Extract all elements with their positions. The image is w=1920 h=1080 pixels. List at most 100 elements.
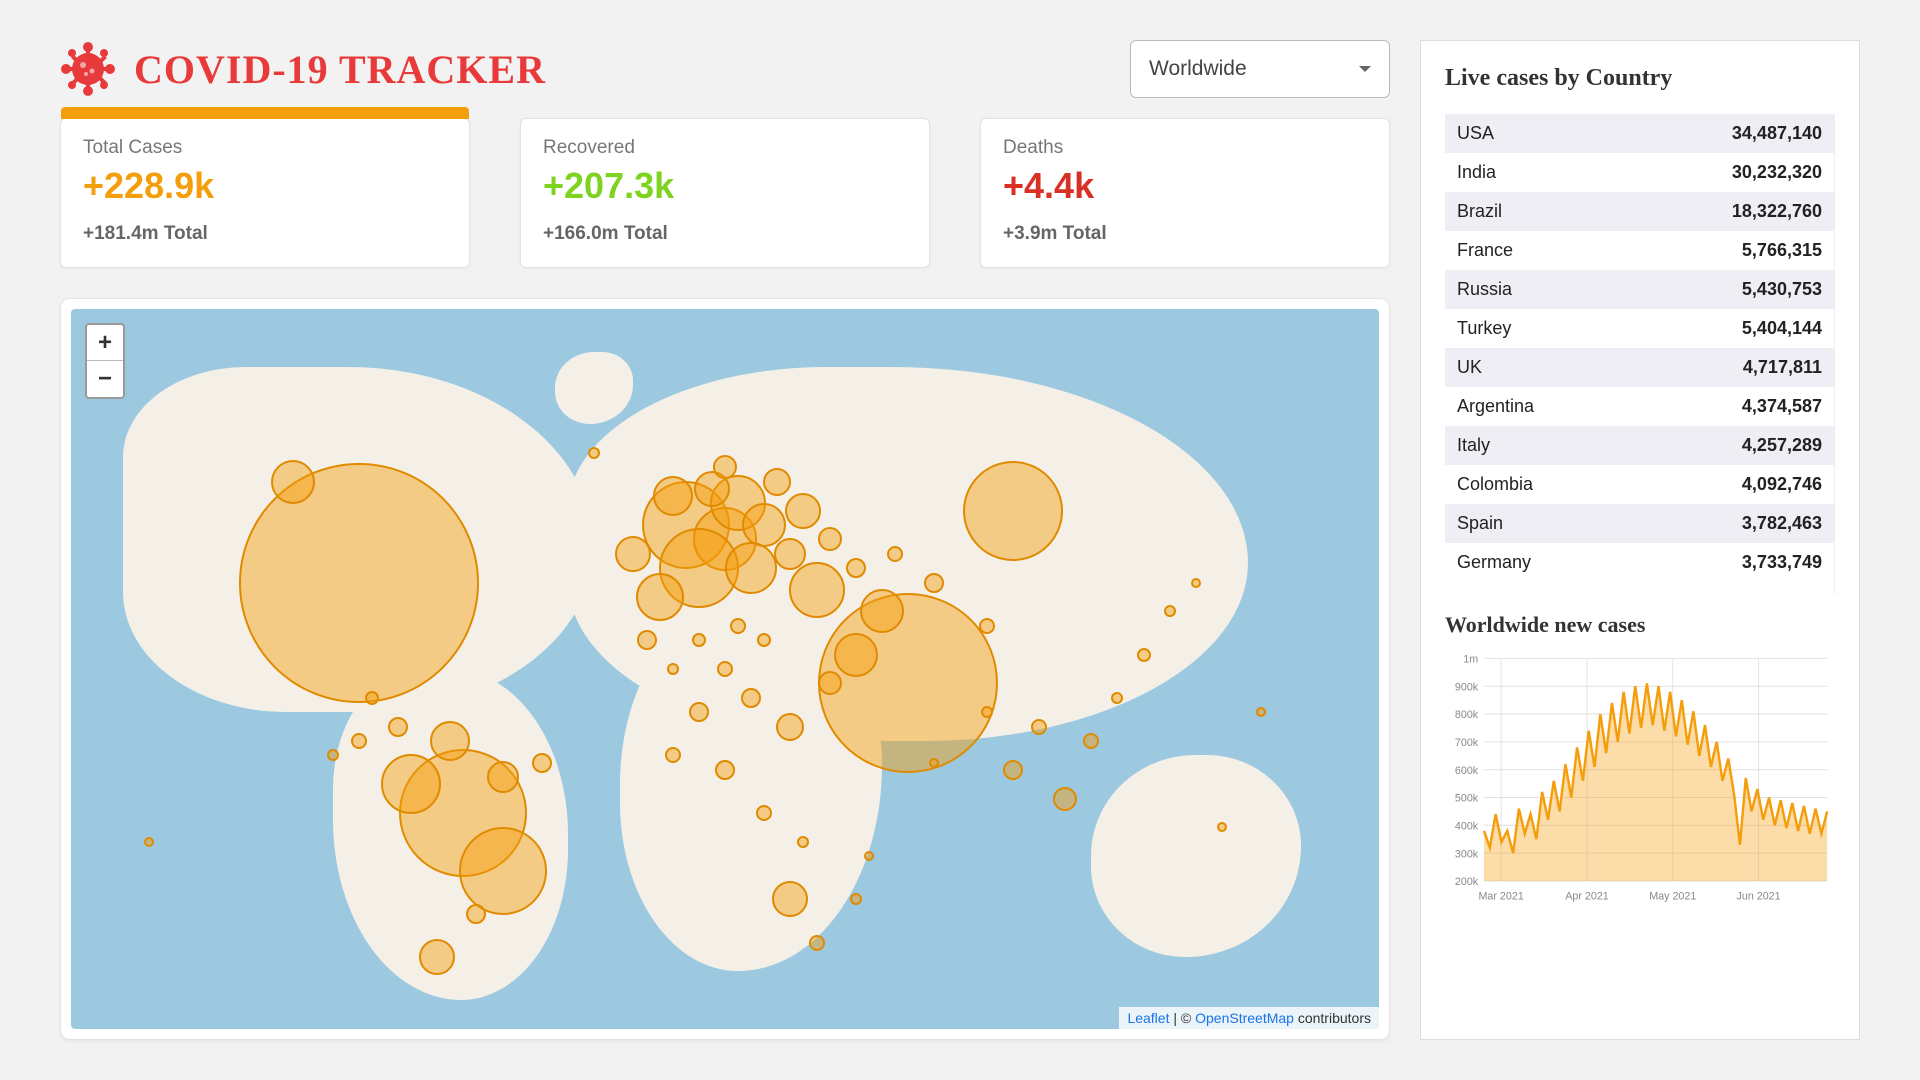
country-name: USA: [1457, 123, 1494, 144]
map-circle[interactable]: [365, 691, 379, 705]
map-circle[interactable]: [809, 935, 825, 951]
map-circle[interactable]: [637, 630, 657, 650]
table-row[interactable]: Turkey5,404,144: [1445, 309, 1834, 348]
card-total: +166.0m Total: [543, 223, 907, 245]
card-deaths[interactable]: Deaths +4.4k +3.9m Total: [980, 118, 1390, 268]
map-circle[interactable]: [1111, 692, 1123, 704]
map-circle[interactable]: [725, 542, 777, 594]
table-row[interactable]: Spain3,782,463: [1445, 504, 1834, 543]
map-circle[interactable]: [327, 749, 339, 761]
map-circle[interactable]: [1053, 787, 1077, 811]
map-circle[interactable]: [1031, 719, 1047, 735]
map-circle[interactable]: [850, 893, 862, 905]
map-circle[interactable]: [834, 633, 878, 677]
map-circle[interactable]: [1191, 578, 1201, 588]
map-circle[interactable]: [487, 761, 519, 793]
map-circle[interactable]: [979, 618, 995, 634]
map-circle[interactable]: [963, 461, 1063, 561]
map-circle[interactable]: [615, 536, 651, 572]
map-circle[interactable]: [797, 836, 809, 848]
table-row[interactable]: Brazil18,322,760: [1445, 192, 1834, 231]
table-row[interactable]: France5,766,315: [1445, 231, 1834, 270]
map-circle[interactable]: [929, 758, 939, 768]
map-circle[interactable]: [713, 455, 737, 479]
country-cases: 18,322,760: [1732, 201, 1822, 222]
zoom-out-button[interactable]: −: [87, 361, 123, 397]
map-circle[interactable]: [692, 633, 706, 647]
map-circle[interactable]: [239, 463, 479, 703]
map-circle[interactable]: [818, 593, 998, 773]
map-circle[interactable]: [430, 721, 470, 761]
table-row[interactable]: Argentina4,374,587: [1445, 387, 1834, 426]
card-recovered[interactable]: Recovered +207.3k +166.0m Total: [520, 118, 930, 268]
map-circle[interactable]: [717, 661, 733, 677]
map-circle[interactable]: [689, 702, 709, 722]
map-circle[interactable]: [144, 837, 154, 847]
map-circle[interactable]: [532, 753, 552, 773]
map-circle[interactable]: [818, 527, 842, 551]
map-attribution: Leaflet | © OpenStreetMap contributors: [1119, 1007, 1379, 1029]
map-circle[interactable]: [381, 754, 441, 814]
map-circle[interactable]: [846, 558, 866, 578]
map-circle[interactable]: [653, 476, 693, 516]
map-circle[interactable]: [1256, 707, 1266, 717]
leaflet-link[interactable]: Leaflet: [1127, 1010, 1169, 1026]
zoom-control: + −: [85, 323, 125, 399]
map-circle[interactable]: [818, 671, 842, 695]
map-circle[interactable]: [741, 688, 761, 708]
map-circle[interactable]: [715, 760, 735, 780]
map-circle[interactable]: [776, 713, 804, 741]
map-circle[interactable]: [588, 447, 600, 459]
table-row[interactable]: UK4,717,811: [1445, 348, 1834, 387]
country-selector-label: Worldwide: [1149, 57, 1247, 81]
zoom-in-button[interactable]: +: [87, 325, 123, 361]
table-row[interactable]: Russia5,430,753: [1445, 270, 1834, 309]
map-circle[interactable]: [1083, 733, 1099, 749]
map-circle[interactable]: [388, 717, 408, 737]
table-row[interactable]: India30,232,320: [1445, 153, 1834, 192]
map-circle[interactable]: [730, 618, 746, 634]
map-circle[interactable]: [887, 546, 903, 562]
map-circle[interactable]: [924, 573, 944, 593]
map-circle[interactable]: [1137, 648, 1151, 662]
svg-text:300k: 300k: [1455, 848, 1479, 860]
map-circle[interactable]: [763, 468, 791, 496]
map-circle[interactable]: [1217, 822, 1227, 832]
country-name: Argentina: [1457, 396, 1534, 417]
map-circle[interactable]: [860, 589, 904, 633]
svg-text:900k: 900k: [1455, 681, 1479, 693]
country-cases: 30,232,320: [1732, 162, 1822, 183]
map-circle[interactable]: [1164, 605, 1176, 617]
map-circle[interactable]: [466, 904, 486, 924]
card-total-cases[interactable]: Total Cases +228.9k +181.4m Total: [60, 118, 470, 268]
side-panel: Live cases by Country USA34,487,140India…: [1420, 40, 1860, 1040]
map-circle[interactable]: [756, 805, 772, 821]
country-selector[interactable]: Worldwide: [1130, 40, 1390, 98]
map-circle[interactable]: [864, 851, 874, 861]
svg-text:Mar 2021: Mar 2021: [1479, 890, 1524, 902]
map-circle[interactable]: [351, 733, 367, 749]
country-cases: 4,717,811: [1743, 357, 1822, 378]
map-circle[interactable]: [636, 573, 684, 621]
table-row[interactable]: Germany3,733,749: [1445, 543, 1834, 582]
map-circle[interactable]: [757, 633, 771, 647]
country-list[interactable]: USA34,487,140India30,232,320Brazil18,322…: [1445, 114, 1835, 594]
table-row[interactable]: USA34,487,140: [1445, 114, 1834, 153]
table-row[interactable]: Italy4,257,289: [1445, 426, 1834, 465]
countries-title: Live cases by Country: [1445, 65, 1835, 92]
map-circle[interactable]: [785, 493, 821, 529]
map-circle[interactable]: [789, 562, 845, 618]
table-row[interactable]: Colombia4,092,746: [1445, 465, 1834, 504]
map-circle[interactable]: [981, 706, 993, 718]
map-circle[interactable]: [1003, 760, 1023, 780]
osm-link[interactable]: OpenStreetMap: [1195, 1010, 1294, 1026]
virus-icon: [60, 41, 116, 97]
map-circle[interactable]: [271, 460, 315, 504]
map-circle[interactable]: [772, 881, 808, 917]
world-map[interactable]: + − Leaflet | © OpenStreetMap contributo…: [71, 309, 1379, 1029]
map-circle[interactable]: [665, 747, 681, 763]
map-circle[interactable]: [667, 663, 679, 675]
country-name: Germany: [1457, 552, 1531, 573]
map-circle[interactable]: [459, 827, 547, 915]
map-circle[interactable]: [419, 939, 455, 975]
